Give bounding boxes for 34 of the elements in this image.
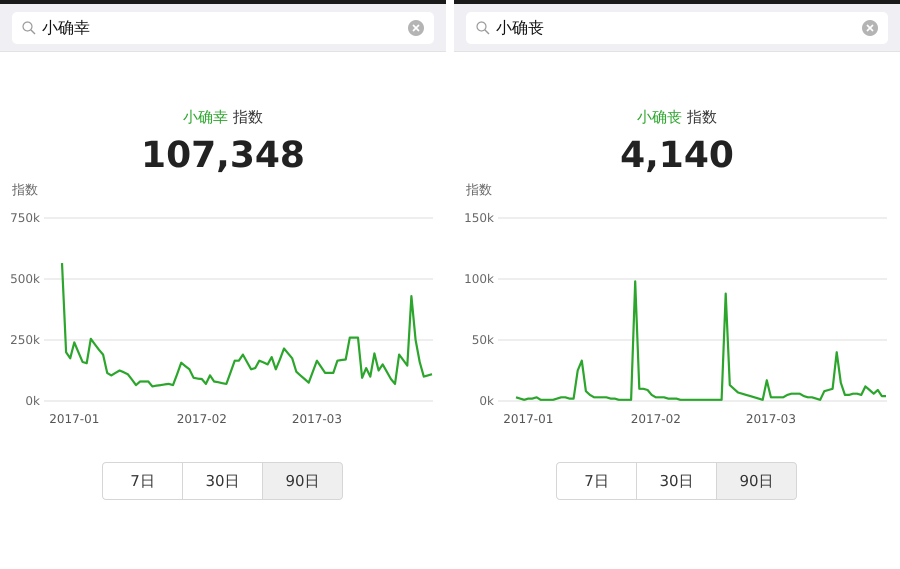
index-title: 小确幸 指数	[182, 108, 264, 127]
range-tab[interactable]: 30日	[182, 462, 263, 500]
axis-tick-label: 0k	[25, 394, 40, 408]
axis-tick-label: 50k	[472, 333, 494, 347]
search-icon	[476, 21, 490, 35]
index-title: 小确丧 指数	[636, 108, 718, 127]
axis-tick-label: 500k	[10, 272, 40, 286]
axis-tick-label: 150k	[464, 211, 494, 225]
axis-tick-label: 2017-02	[176, 412, 227, 426]
axis-tick-label: 2017-02	[630, 412, 681, 426]
range-tab[interactable]: 7日	[102, 462, 183, 500]
index-value: 4,140	[619, 135, 735, 176]
index-value: 107,348	[140, 135, 306, 176]
axis-tick-label: 2017-03	[746, 412, 796, 426]
axis-tick-label: 2017-01	[503, 412, 554, 426]
axis-tick-label: 2017-03	[292, 412, 342, 426]
axis-title: 指数	[12, 183, 38, 198]
clear-icon[interactable]	[408, 20, 424, 36]
search-field[interactable]: 小确丧	[466, 12, 888, 44]
axis-tick-label: 0k	[479, 394, 494, 408]
range-tab[interactable]: 90日	[716, 462, 797, 500]
search-field[interactable]: 小确幸	[12, 12, 434, 44]
axis-tick-label: 750k	[10, 211, 40, 225]
range-tab[interactable]: 90日	[262, 462, 343, 500]
search-icon	[22, 21, 36, 35]
clear-icon[interactable]	[862, 20, 878, 36]
axis-tick-label: 100k	[464, 272, 494, 286]
range-tab[interactable]: 7日	[556, 462, 637, 500]
axis-title: 指数	[466, 183, 492, 198]
axis-tick-label: 2017-01	[49, 412, 100, 426]
range-tab[interactable]: 30日	[636, 462, 717, 500]
axis-tick-label: 250k	[10, 333, 40, 347]
search-query: 小确幸	[42, 18, 91, 38]
search-query: 小确丧	[496, 18, 545, 38]
